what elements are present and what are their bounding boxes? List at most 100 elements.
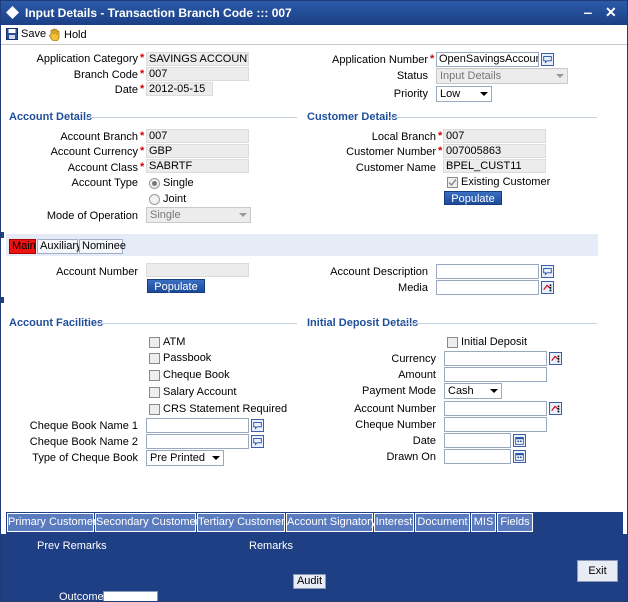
section-divider [389, 117, 597, 118]
application-category-field: SAVINGS ACCOUNT [146, 52, 249, 66]
account-type-joint-radio[interactable] [149, 194, 160, 205]
cheque-book-name1-label: Cheque Book Name 1 [29, 420, 138, 432]
tab-account-signatory[interactable]: Account Signatory [286, 513, 376, 532]
cheque-number-label: Cheque Number [355, 419, 436, 431]
window-title: Input Details - Transaction Branch Code … [25, 6, 292, 20]
speech-bubble-icon[interactable] [541, 53, 554, 66]
speech-bubble-icon[interactable] [251, 419, 264, 432]
cheque-book-name2-input[interactable] [146, 434, 249, 449]
deposit-account-number-label: Account Number [354, 403, 436, 415]
application-number-label: Application Number [332, 54, 428, 66]
existing-customer-checkbox[interactable] [447, 177, 458, 188]
tab-main[interactable]: Main [9, 239, 36, 254]
tab-document[interactable]: Document [415, 513, 470, 532]
footer-panel: Prev Remarks Remarks Audit Exit Outcome [1, 534, 627, 601]
hold-button[interactable]: Hold [48, 28, 87, 41]
required-marker: * [140, 68, 145, 80]
media-input[interactable] [436, 280, 539, 295]
calendar-icon[interactable] [513, 434, 526, 447]
cheque-book-checkbox[interactable] [149, 370, 160, 381]
type-of-cheque-book-select[interactable]: Pre Printed [146, 450, 224, 466]
account-number-field [146, 263, 249, 277]
initial-deposit-checkbox[interactable] [447, 337, 458, 348]
salary-account-label: Salary Account [163, 386, 237, 398]
hand-icon [49, 28, 60, 41]
tab-interest[interactable]: Interest [374, 513, 414, 532]
customer-number-field: 007005863 [443, 144, 546, 158]
speech-bubble-icon[interactable] [541, 265, 554, 278]
passbook-checkbox[interactable] [149, 353, 160, 364]
cheque-book-name1-input[interactable] [146, 418, 249, 433]
account-branch-field: 007 [146, 129, 249, 143]
lov-list-icon[interactable] [549, 352, 562, 365]
outcome-select[interactable] [103, 591, 158, 601]
currency-input[interactable] [444, 351, 547, 366]
passbook-label: Passbook [163, 352, 212, 364]
priority-label: Priority [393, 88, 428, 100]
drawn-on-input[interactable] [444, 449, 511, 464]
section-divider [403, 323, 597, 324]
payment-mode-select[interactable]: Cash [444, 383, 502, 399]
tab-nominee[interactable]: Nominee [79, 239, 126, 254]
local-branch-field: 007 [443, 129, 546, 143]
crs-statement-label: CRS Statement Required [163, 403, 288, 415]
chevron-down-icon [480, 92, 488, 96]
application-category-label: Application Category [36, 53, 138, 65]
application-number-input[interactable]: OpenSavingsAccount5 [436, 52, 539, 67]
tab-mis[interactable]: MIS [471, 513, 496, 532]
deposit-date-input[interactable] [444, 433, 511, 448]
tab-auxiliary[interactable]: Auxiliary [37, 239, 82, 254]
chevron-down-icon [239, 213, 247, 217]
crs-statement-checkbox[interactable] [149, 404, 160, 415]
deposit-account-number-input[interactable] [444, 401, 547, 416]
speech-bubble-icon[interactable] [251, 435, 264, 448]
lov-list-icon[interactable] [541, 281, 554, 294]
account-populate-button[interactable]: Populate [147, 279, 205, 293]
account-type-label: Account Type [71, 177, 138, 189]
tab-primary-customer[interactable]: Primary Customer [7, 513, 97, 532]
account-type-single-radio[interactable] [149, 178, 160, 189]
required-marker: * [438, 130, 443, 142]
account-description-label: Account Description [330, 266, 428, 278]
close-button[interactable]: ✕ [605, 4, 617, 21]
required-marker: * [140, 83, 145, 95]
section-divider [85, 117, 297, 118]
exit-button[interactable]: Exit [577, 560, 618, 582]
account-class-label: Account Class [67, 162, 138, 174]
required-marker: * [140, 161, 145, 173]
cheque-number-input[interactable] [444, 417, 547, 432]
drawn-on-label: Drawn On [386, 451, 436, 463]
priority-select[interactable]: Low [436, 86, 492, 102]
resize-marker [1, 232, 4, 238]
chevron-down-icon [490, 389, 498, 393]
account-number-label: Account Number [56, 266, 138, 278]
amount-input[interactable] [444, 367, 547, 382]
calendar-icon[interactable] [513, 450, 526, 463]
account-currency-field: GBP [146, 144, 249, 158]
account-description-input[interactable] [436, 264, 539, 279]
check-icon [448, 179, 457, 187]
tab-tertiary-customer[interactable]: Tertiary Customer [197, 513, 285, 532]
account-type-joint-label: Joint [163, 193, 187, 205]
tab-secondary-customer[interactable]: Secondary Customer [95, 513, 199, 532]
salary-account-checkbox[interactable] [149, 387, 160, 398]
required-marker: * [140, 130, 145, 142]
lov-list-icon[interactable] [549, 402, 562, 415]
title-bar: Input Details - Transaction Branch Code … [1, 1, 627, 25]
resize-marker [1, 297, 4, 303]
status-select: Input Details [436, 68, 568, 84]
customer-name-field: BPEL_CUST11 [443, 159, 546, 173]
audit-button[interactable]: Audit [293, 574, 326, 589]
tab-fields[interactable]: Fields [497, 513, 533, 532]
customer-number-label: Customer Number [346, 146, 436, 158]
minimize-button[interactable]: ‒ [584, 4, 592, 20]
chevron-down-icon [556, 74, 564, 78]
customer-details-heading: Customer Details [307, 111, 398, 123]
customer-populate-button[interactable]: Populate [444, 191, 502, 205]
initial-deposit-heading: Initial Deposit Details [307, 317, 419, 329]
save-button[interactable]: Save [6, 28, 46, 40]
account-branch-label: Account Branch [60, 131, 138, 143]
date-field: 2012-05-15 [146, 82, 213, 96]
atm-checkbox[interactable] [149, 337, 160, 348]
radio-dot [152, 181, 157, 186]
